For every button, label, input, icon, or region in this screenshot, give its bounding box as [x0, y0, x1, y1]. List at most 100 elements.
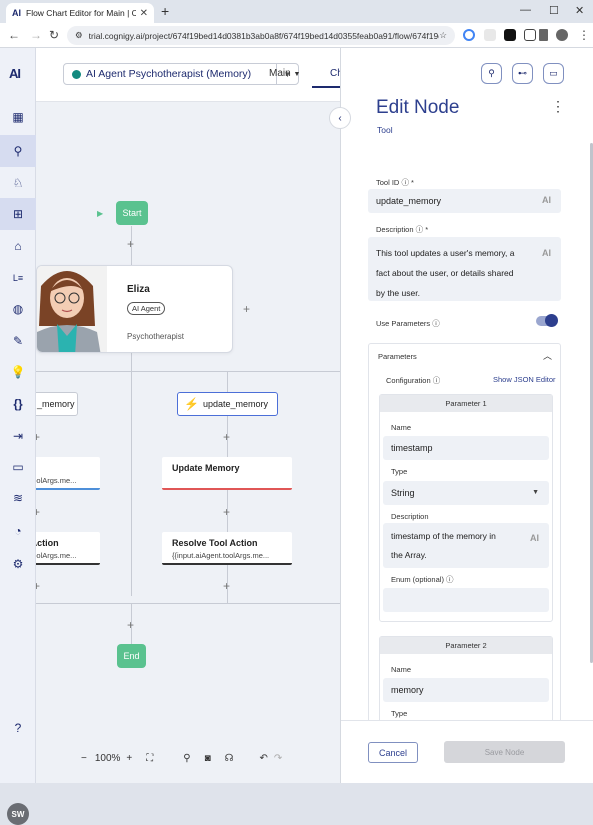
site-info-icon[interactable]: ⚙ [75, 30, 83, 41]
param-2-name-input[interactable]: memory [383, 678, 549, 702]
search-icon[interactable]: ⚲ [183, 753, 190, 764]
show-json-editor-link[interactable]: Show JSON Editor [493, 375, 556, 384]
param-1-name-input[interactable]: timestamp [383, 436, 549, 460]
add-node-plus-icon[interactable]: + [127, 238, 134, 250]
info-icon[interactable]: ⓘ [432, 319, 440, 328]
undo-icon[interactable]: ↶ [260, 753, 268, 764]
param-1-description-input[interactable]: timestamp of the memory in the Array. AI [383, 523, 549, 568]
ai-assist-icon[interactable]: AI [542, 195, 551, 205]
node-card-subtitle: {{input.aiAgent.toolArgs.me... [172, 551, 270, 560]
info-icon[interactable]: ⓘ [433, 376, 441, 385]
browser-tab[interactable]: AI Flow Chart Editor for Main | Co ✕ [6, 3, 154, 23]
play-icon[interactable]: ▶ [97, 209, 103, 218]
add-node-plus-icon[interactable]: + [243, 303, 250, 315]
end-node[interactable]: End [117, 644, 146, 668]
extension-code-icon[interactable] [524, 29, 536, 41]
lexicon-icon[interactable]: L≡ [0, 262, 36, 294]
bookmark-star-icon[interactable]: ☆ [439, 30, 447, 41]
wrench-icon[interactable]: ✎ [0, 325, 36, 357]
back-icon[interactable]: ← [8, 28, 20, 42]
extension-icon[interactable] [484, 29, 496, 41]
node-card-title: Update Memory [172, 463, 240, 473]
forward-icon[interactable]: → [30, 28, 42, 42]
save-node-button[interactable]: Save Node [444, 741, 565, 763]
minimize-icon[interactable]: — [520, 4, 531, 16]
cancel-button[interactable]: Cancel [368, 742, 418, 763]
screenshot-icon[interactable]: ◙ [205, 753, 211, 764]
voice-icon[interactable]: ☊ [225, 753, 234, 764]
node-card-left-1[interactable]: y t.toolArgs.me... [36, 457, 100, 490]
param-type-label: Type [391, 467, 408, 476]
ai-agent-icon[interactable]: ♘ [0, 167, 36, 199]
tool-node-update-memory[interactable]: ⚡ update_memory [177, 392, 278, 416]
globe-icon[interactable]: ◍ [0, 293, 36, 325]
tool-id-input[interactable]: update_memory AI [368, 189, 561, 213]
chat-icon[interactable]: ▭ [0, 451, 36, 483]
address-bar[interactable]: ⚙ trial.cognigy.ai/project/674f19bed14d0… [67, 26, 455, 45]
flow-select-label: Main [269, 68, 291, 79]
flow-select[interactable]: Main ▼ [269, 68, 300, 79]
close-window-icon[interactable]: ✕ [575, 4, 584, 17]
flow-canvas[interactable]: ▶ Start + Eliza AI Agent Psychotherapist… [36, 102, 340, 783]
tool-node-left[interactable]: _memory [36, 392, 78, 416]
zoom-in-icon[interactable]: + [126, 753, 132, 764]
description-textarea[interactable]: This tool updates a user's memory, a fac… [368, 237, 561, 301]
more-options-icon[interactable]: ⋮ [551, 98, 565, 115]
code-icon[interactable]: {} [0, 388, 36, 420]
analytics-icon[interactable]: ◔ [0, 515, 36, 547]
search-icon[interactable]: ⚲ [481, 63, 502, 84]
stack-icon[interactable]: ≋ [0, 482, 36, 514]
add-node-plus-icon[interactable]: + [36, 431, 40, 443]
add-node-plus-icon[interactable]: + [223, 580, 230, 592]
node-card-left-2[interactable]: l Action t.toolArgs.me... [36, 532, 100, 565]
canvas-toolbar: − 100% + ⛶ ⚲ ◙ ☊ ↶ ↷ [76, 747, 340, 769]
info-icon[interactable]: ⓘ [401, 178, 409, 187]
chevron-up-icon[interactable]: ︿ [543, 349, 552, 362]
deploy-icon[interactable]: ⇥ [0, 420, 36, 452]
redo-icon[interactable]: ↷ [274, 753, 282, 764]
param-1-enum-input[interactable] [383, 588, 549, 612]
browser-menu-icon[interactable]: ⋮ [578, 28, 590, 42]
start-node[interactable]: Start [116, 201, 148, 225]
flow-chevron-down-icon: ▼ [293, 71, 301, 78]
user-avatar[interactable]: SW [7, 803, 29, 825]
node-card-update-memory[interactable]: Update Memory [162, 457, 292, 490]
profile-icon[interactable] [556, 29, 568, 41]
build-icon[interactable]: ⚲ [0, 135, 36, 167]
info-icon[interactable]: ⓘ [416, 225, 424, 234]
agent-select[interactable]: AI Agent Psychotherapist (Memory) ▼ [63, 63, 299, 85]
settings-icon[interactable]: ⚙ [0, 548, 36, 580]
add-node-plus-icon[interactable]: + [36, 506, 40, 518]
fit-view-icon[interactable]: ⛶ [146, 753, 153, 764]
chat-icon[interactable]: ▭ [543, 63, 564, 84]
toggle-view-icon[interactable]: ⊷ [512, 63, 533, 84]
add-node-plus-icon[interactable]: + [223, 431, 230, 443]
info-icon[interactable]: ⓘ [446, 575, 454, 584]
param-1-type-select[interactable]: String ▼ [383, 481, 549, 505]
flow-icon[interactable]: ⊞ [0, 198, 36, 230]
new-tab-icon[interactable]: + [161, 3, 169, 19]
dashboard-icon[interactable]: ▦ [0, 101, 36, 133]
ai-assist-icon[interactable]: AI [530, 529, 539, 548]
collapse-panel-icon[interactable]: ‹ [329, 107, 351, 129]
add-node-plus-icon[interactable]: + [127, 619, 134, 631]
nlu-icon[interactable]: ⌂ [0, 230, 36, 262]
add-node-plus-icon[interactable]: + [36, 580, 40, 592]
parameter-1-header: Parameter 1 [380, 395, 552, 412]
param-1-description-value: timestamp of the memory in the Array. [391, 531, 496, 560]
zoom-out-icon[interactable]: − [81, 753, 87, 764]
ai-assist-icon[interactable]: AI [542, 243, 551, 263]
help-icon[interactable]: ? [0, 712, 36, 744]
use-parameters-row: Use Parameters ⓘ [376, 318, 440, 329]
add-node-plus-icon[interactable]: + [223, 506, 230, 518]
use-parameters-toggle[interactable] [536, 314, 558, 327]
extension-dark-icon[interactable] [504, 29, 516, 41]
ai-agent-node[interactable]: Eliza AI Agent Psychotherapist [36, 265, 233, 353]
node-card-resolve-tool-action[interactable]: Resolve Tool Action {{input.aiAgent.tool… [162, 532, 292, 565]
reload-icon[interactable]: ↻ [49, 28, 59, 42]
lightbulb-icon[interactable]: 💡 [0, 356, 36, 388]
extension-chrome-icon[interactable] [463, 29, 475, 41]
extensions-puzzle-icon[interactable] [539, 29, 548, 41]
maximize-icon[interactable]: ☐ [549, 4, 559, 17]
close-tab-icon[interactable]: ✕ [140, 8, 148, 19]
